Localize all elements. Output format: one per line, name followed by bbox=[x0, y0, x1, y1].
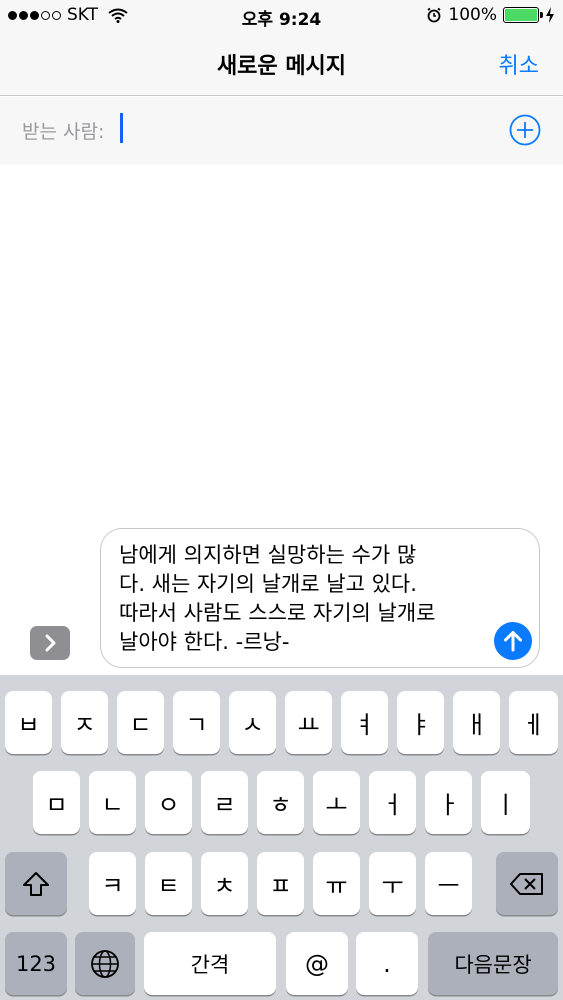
key-row1-3[interactable]: ㄱ bbox=[173, 691, 220, 754]
recipient-input[interactable] bbox=[120, 113, 123, 143]
nav-bar: 새로운 메시지 취소 bbox=[0, 30, 563, 96]
expand-button[interactable] bbox=[30, 626, 70, 660]
key-row2-5[interactable]: ㅗ bbox=[313, 771, 360, 834]
alarm-icon bbox=[427, 7, 441, 23]
key-row3-5[interactable]: ㅜ bbox=[369, 852, 416, 915]
cancel-button[interactable]: 취소 bbox=[499, 48, 539, 80]
globe-icon bbox=[91, 949, 119, 978]
key-row1-6[interactable]: ㅕ bbox=[341, 691, 388, 754]
space-key[interactable]: 간격 bbox=[144, 932, 276, 995]
key-row2-1[interactable]: ㄴ bbox=[89, 771, 136, 834]
key-row1-8[interactable]: ㅐ bbox=[453, 691, 500, 754]
key-row1-7[interactable]: ㅑ bbox=[397, 691, 444, 754]
numbers-key[interactable]: 123 bbox=[5, 932, 67, 995]
key-row1-1[interactable]: ㅈ bbox=[61, 691, 108, 754]
key-row3-3[interactable]: ㅍ bbox=[257, 852, 304, 915]
arrow-up-icon[interactable] bbox=[494, 622, 532, 660]
key-row1-4[interactable]: ㅅ bbox=[229, 691, 276, 754]
key-row2-2[interactable]: ㅇ bbox=[145, 771, 192, 834]
return-key[interactable]: 다음문장 bbox=[428, 932, 558, 995]
at-key[interactable]: @ bbox=[286, 932, 348, 995]
key-row2-7[interactable]: ㅏ bbox=[425, 771, 472, 834]
key-row2-0[interactable]: ㅁ bbox=[33, 771, 80, 834]
chevron-right-icon bbox=[45, 634, 56, 652]
battery-percent: 100% bbox=[448, 5, 497, 25]
message-composer[interactable]: 남에게 의지하면 실망하는 수가 많 다. 새는 자기의 날개로 날고 있다. … bbox=[100, 528, 540, 668]
key-row1-2[interactable]: ㄷ bbox=[117, 691, 164, 754]
key-row1-0[interactable]: ㅂ bbox=[5, 691, 52, 754]
key-row3-6[interactable]: ㅡ bbox=[425, 852, 472, 915]
backspace-icon bbox=[510, 872, 543, 895]
page-title: 새로운 메시지 bbox=[216, 54, 347, 79]
status-bar: SKT 오후 9:24 100% bbox=[0, 0, 563, 30]
recipient-label: 받는 사람: bbox=[22, 121, 105, 143]
shift-icon bbox=[23, 871, 49, 896]
message-text[interactable]: 남에게 의지하면 실망하는 수가 많 다. 새는 자기의 날개로 날고 있다. … bbox=[119, 541, 499, 657]
charging-bolt-icon bbox=[546, 7, 554, 23]
plus-circle-icon[interactable] bbox=[509, 114, 541, 146]
key-row3-0[interactable]: ㅋ bbox=[89, 852, 136, 915]
key-row2-6[interactable]: ㅓ bbox=[369, 771, 416, 834]
keyboard: ㅂ ㅈ ㄷ ㄱ ㅅ ㅛ ㅕ ㅑ ㅐ ㅔ ㅁ ㄴ ㅇ ㄹ ㅎ ㅗ ㅓ ㅏ ㅣ ㅋ … bbox=[0, 675, 563, 1000]
key-row1-5[interactable]: ㅛ bbox=[285, 691, 332, 754]
status-right: 100% bbox=[426, 5, 555, 25]
key-row3-1[interactable]: ㅌ bbox=[145, 852, 192, 915]
shift-key[interactable] bbox=[5, 852, 67, 915]
key-row2-3[interactable]: ㄹ bbox=[201, 771, 248, 834]
key-row3-4[interactable]: ㅠ bbox=[313, 852, 360, 915]
battery-level bbox=[505, 9, 537, 21]
key-row3-2[interactable]: ㅊ bbox=[201, 852, 248, 915]
recipient-row: 받는 사람: bbox=[0, 97, 563, 165]
period-key[interactable]: . bbox=[356, 932, 418, 995]
key-row2-8[interactable]: ㅣ bbox=[481, 771, 530, 834]
key-row2-4[interactable]: ㅎ bbox=[257, 771, 304, 834]
delete-key[interactable] bbox=[496, 852, 558, 915]
battery-icon bbox=[503, 7, 543, 23]
key-row1-9[interactable]: ㅔ bbox=[509, 691, 558, 754]
globe-key[interactable] bbox=[75, 932, 135, 995]
